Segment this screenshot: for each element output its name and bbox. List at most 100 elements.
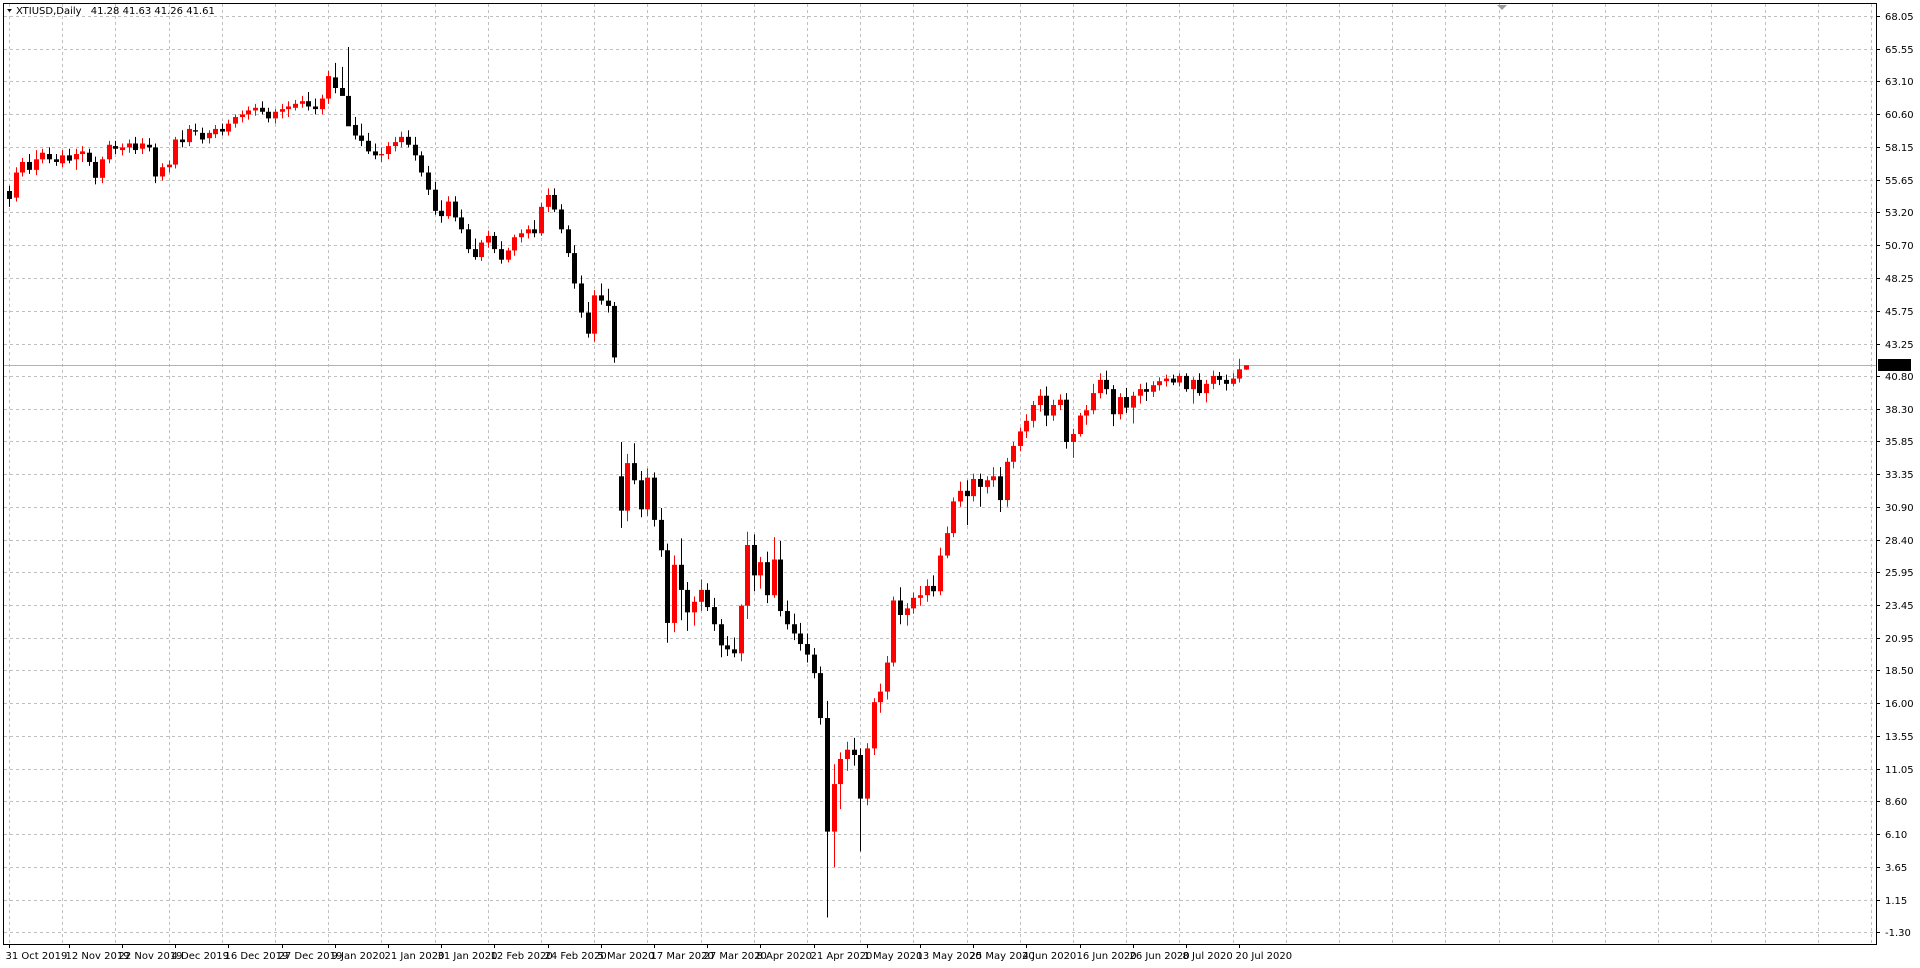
candle — [798, 622, 803, 651]
candle — [1184, 373, 1189, 392]
candle-body — [625, 463, 630, 511]
shift-marker-icon[interactable] — [1497, 5, 1507, 10]
candle — [1071, 428, 1076, 458]
candle — [732, 637, 737, 658]
candle — [147, 138, 152, 152]
candle-body — [240, 114, 245, 118]
candle-body — [87, 152, 92, 162]
candle-body — [1197, 379, 1202, 394]
candle — [153, 143, 158, 184]
symbol-dropdown-arrow-icon[interactable] — [7, 9, 12, 12]
candle — [1044, 386, 1049, 427]
candle — [652, 472, 657, 527]
candle — [473, 238, 478, 260]
candle — [572, 245, 577, 289]
candle — [1231, 373, 1236, 387]
candle-body — [891, 600, 896, 663]
candle — [240, 110, 245, 123]
candle-body — [373, 151, 378, 156]
candle-body — [645, 477, 650, 510]
candle-body — [532, 229, 537, 234]
candle-body — [160, 167, 165, 177]
candle-body — [552, 194, 557, 210]
candle-body — [792, 624, 797, 634]
candle-body — [971, 478, 976, 497]
candle — [346, 47, 351, 127]
candle — [1024, 414, 1029, 439]
candle-body — [965, 490, 970, 497]
candle — [885, 655, 890, 700]
candle-body — [1058, 399, 1063, 405]
candle — [1157, 377, 1162, 391]
candlestick-chart[interactable]: 68.05 65.55 63.10 60.60 58.15 55.65 53.20 50.70… — [0, 0, 1920, 968]
candle-body — [107, 144, 112, 160]
candle-body — [300, 101, 305, 104]
y-tick-label: 55.65 — [1885, 176, 1914, 187]
candle — [1151, 381, 1156, 398]
y-tick-label: 43.25 — [1885, 340, 1914, 351]
y-tick-label: 23.45 — [1885, 601, 1914, 612]
x-tick-label: 5 Mar 2020 — [598, 951, 655, 962]
candle-body — [7, 191, 12, 199]
candle-body — [1064, 399, 1069, 442]
candle — [758, 556, 763, 589]
candle-body — [492, 235, 497, 250]
candle-body — [293, 103, 298, 108]
candle-body — [632, 463, 637, 481]
candle-body — [1224, 379, 1229, 384]
candle — [366, 132, 371, 155]
candle — [1091, 383, 1096, 415]
candle-body — [326, 76, 331, 99]
candle — [958, 481, 963, 507]
candle-body — [752, 544, 757, 576]
candle-body — [280, 109, 285, 112]
chart-window[interactable]: 68.05 65.55 63.10 60.60 58.15 55.65 53.20 50.70… — [0, 0, 1920, 968]
candle-body — [413, 144, 418, 156]
y-tick-label: 25.95 — [1885, 568, 1914, 579]
candle-body — [100, 159, 105, 178]
x-tick-label: 9 Jan 2020 — [332, 951, 386, 962]
candle-body — [180, 139, 185, 143]
candle — [825, 700, 830, 918]
candle-body — [1011, 445, 1016, 462]
candle-body — [692, 601, 697, 613]
candle-body — [220, 128, 225, 132]
candle — [413, 136, 418, 161]
candle — [679, 538, 684, 621]
candle-body — [74, 154, 79, 160]
candle — [692, 596, 697, 626]
candle-body — [1217, 375, 1222, 380]
candle-body — [725, 645, 730, 650]
candle-body — [1038, 395, 1043, 405]
candle-body — [778, 559, 783, 612]
candle-body — [885, 662, 890, 692]
candle-body — [419, 155, 424, 173]
candle — [260, 101, 265, 115]
candle-body — [153, 147, 158, 177]
price-axis[interactable]: 68.05 65.55 63.10 60.60 58.15 55.65 53.20 50.70… — [1876, 12, 1914, 939]
candle-body — [566, 229, 571, 254]
candle — [54, 154, 59, 166]
candle — [559, 204, 564, 234]
time-axis[interactable]: 31 Oct 201912 Nov 201922 Nov 20194 Dec 2… — [6, 944, 1293, 962]
candle — [492, 231, 497, 254]
candle — [586, 301, 591, 338]
candle — [632, 443, 637, 485]
candle-body — [1031, 404, 1036, 421]
candle-body — [679, 564, 684, 590]
candle-body — [54, 159, 59, 162]
candle — [266, 107, 271, 123]
y-tick-label: 53.20 — [1885, 208, 1914, 219]
x-tick-label: 1 May 2020 — [864, 951, 923, 962]
candle-body — [1005, 461, 1010, 501]
candle-body — [473, 249, 478, 258]
candle — [393, 136, 398, 152]
candle — [379, 147, 384, 162]
candle-body — [120, 147, 125, 151]
candle — [406, 130, 411, 148]
candle-body — [559, 209, 564, 230]
y-tick-label: -1.30 — [1885, 928, 1911, 939]
candle — [14, 167, 19, 202]
candle — [20, 157, 25, 177]
candle — [625, 453, 630, 522]
